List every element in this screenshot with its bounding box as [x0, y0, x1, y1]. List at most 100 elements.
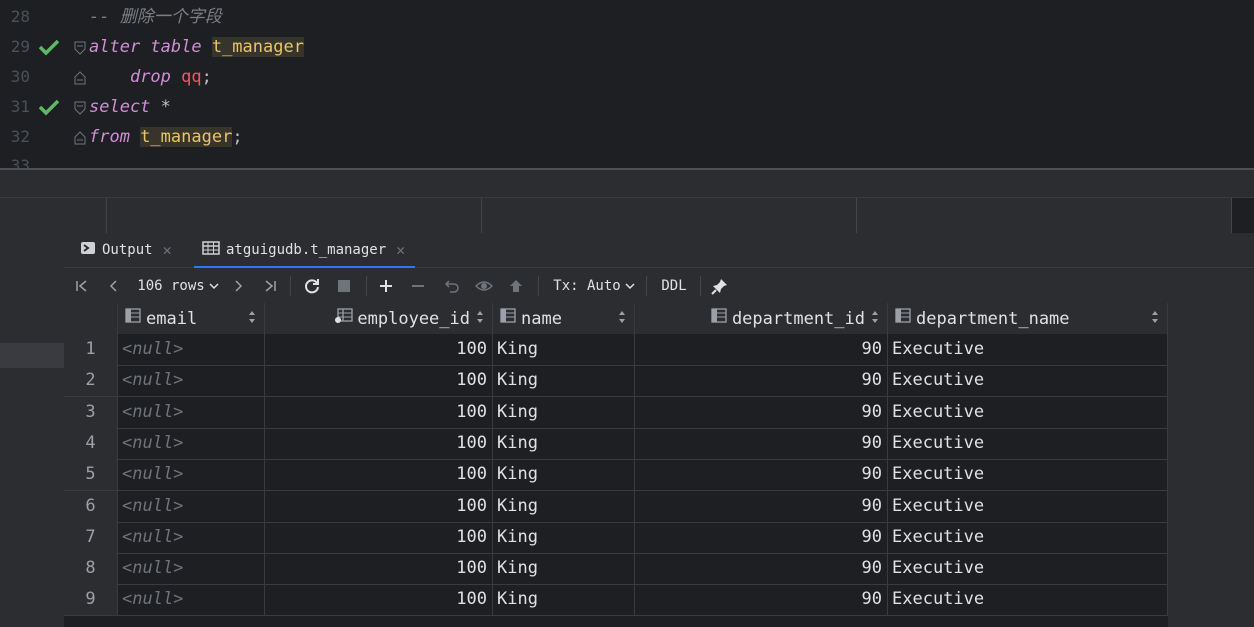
row-number[interactable]: 2: [64, 365, 118, 397]
revert-icon[interactable]: [442, 268, 462, 303]
table-row[interactable]: 8 <null> 100 King 90 Executive: [64, 553, 1168, 586]
last-page-icon[interactable]: [260, 268, 280, 303]
table-row[interactable]: 4 <null> 100 King 90 Executive: [64, 427, 1168, 460]
close-icon[interactable]: ✕: [163, 241, 172, 259]
cell-employee-id[interactable]: 100: [265, 365, 493, 397]
code-text[interactable]: select *: [89, 92, 171, 122]
row-number[interactable]: 7: [64, 521, 118, 553]
cell-department-name[interactable]: Executive: [888, 459, 1168, 491]
code-line[interactable]: 29 alter table t_manager: [0, 32, 1254, 62]
fold-marker-icon[interactable]: [74, 40, 86, 55]
cell-department-name[interactable]: Executive: [888, 427, 1168, 459]
cell-name[interactable]: King: [493, 553, 635, 585]
table-row[interactable]: 6 <null> 100 King 90 Executive: [64, 490, 1168, 523]
cell-email[interactable]: <null>: [118, 365, 265, 397]
cell-name[interactable]: King: [493, 584, 635, 616]
cell-employee-id[interactable]: 100: [265, 553, 493, 585]
cell-name[interactable]: King: [493, 365, 635, 397]
column-header-department-name[interactable]: department_name: [888, 303, 1168, 334]
column-header-employee-id[interactable]: employee_id: [265, 303, 493, 334]
column-header-department-id[interactable]: department_id: [635, 303, 888, 334]
code-text[interactable]: from t_manager;: [89, 122, 243, 152]
cell-department-name[interactable]: Executive: [888, 584, 1168, 616]
cell-email[interactable]: <null>: [118, 584, 265, 616]
row-number[interactable]: 1: [64, 334, 118, 365]
fold-marker-icon[interactable]: [74, 70, 86, 85]
cell-name[interactable]: King: [493, 459, 635, 491]
grid-corner[interactable]: [64, 303, 118, 334]
code-text[interactable]: -- 删除一个字段: [89, 2, 222, 32]
code-line[interactable]: 32 from t_manager;: [0, 122, 1254, 152]
cell-employee-id[interactable]: 100: [265, 334, 493, 365]
close-icon[interactable]: ✕: [396, 241, 405, 259]
cell-employee-id[interactable]: 100: [265, 521, 493, 553]
table-row[interactable]: 5 <null> 100 King 90 Executive: [64, 459, 1168, 492]
cell-department-id[interactable]: 90: [635, 396, 888, 428]
cell-department-id[interactable]: 90: [635, 427, 888, 459]
cell-email[interactable]: <null>: [118, 490, 265, 522]
cell-email[interactable]: <null>: [118, 553, 265, 585]
row-number[interactable]: 4: [64, 427, 118, 459]
cell-department-id[interactable]: 90: [635, 334, 888, 365]
cell-employee-id[interactable]: 100: [265, 490, 493, 522]
cell-email[interactable]: <null>: [118, 427, 265, 459]
cell-department-name[interactable]: Executive: [888, 334, 1168, 365]
sort-icon[interactable]: [1151, 310, 1159, 325]
cell-employee-id[interactable]: 100: [265, 459, 493, 491]
submit-icon[interactable]: [506, 268, 526, 303]
delete-row-icon[interactable]: [408, 268, 428, 303]
cell-department-name[interactable]: Executive: [888, 365, 1168, 397]
sort-icon[interactable]: [871, 310, 879, 325]
cell-email[interactable]: <null>: [118, 521, 265, 553]
cell-department-name[interactable]: Executive: [888, 521, 1168, 553]
cell-name[interactable]: King: [493, 490, 635, 522]
fold-marker-icon[interactable]: [74, 100, 86, 115]
cell-name[interactable]: King: [493, 521, 635, 553]
pin-icon[interactable]: [710, 268, 730, 303]
selected-tree-row[interactable]: [0, 343, 64, 368]
row-number[interactable]: 6: [64, 490, 118, 522]
cell-department-id[interactable]: 90: [635, 521, 888, 553]
result-grid[interactable]: email employee_id name department_id departm…: [64, 303, 1168, 627]
refresh-icon[interactable]: [302, 268, 322, 303]
table-row[interactable]: 2 <null> 100 King 90 Executive: [64, 365, 1168, 398]
cell-name[interactable]: King: [493, 427, 635, 459]
ddl-button[interactable]: DDL: [656, 268, 692, 303]
cell-email[interactable]: <null>: [118, 459, 265, 491]
fold-marker-icon[interactable]: [74, 130, 86, 145]
preview-changes-icon[interactable]: [474, 268, 494, 303]
cell-employee-id[interactable]: 100: [265, 427, 493, 459]
cell-name[interactable]: King: [493, 396, 635, 428]
cell-department-id[interactable]: 90: [635, 553, 888, 585]
cell-email[interactable]: <null>: [118, 334, 265, 365]
cell-name[interactable]: King: [493, 334, 635, 365]
rows-count-dropdown[interactable]: 106 rows: [136, 268, 220, 303]
sql-editor[interactable]: 28 -- 删除一个字段 29 alter table t_manager 30 dro…: [0, 0, 1254, 168]
code-text[interactable]: alter table t_manager: [89, 32, 304, 62]
tab-t-manager[interactable]: atguigudb.t_manager ✕: [193, 233, 416, 268]
cell-department-name[interactable]: Executive: [888, 396, 1168, 428]
row-number[interactable]: 3: [64, 396, 118, 428]
table-row[interactable]: 9 <null> 100 King 90 Executive: [64, 584, 1168, 617]
previous-page-icon[interactable]: [104, 268, 124, 303]
cell-department-id[interactable]: 90: [635, 490, 888, 522]
cell-employee-id[interactable]: 100: [265, 396, 493, 428]
cell-email[interactable]: <null>: [118, 396, 265, 428]
row-number[interactable]: 8: [64, 553, 118, 585]
sort-icon[interactable]: [476, 310, 484, 325]
column-header-email[interactable]: email: [118, 303, 265, 334]
table-row[interactable]: 1 <null> 100 King 90 Executive: [64, 334, 1168, 366]
tab-output[interactable]: Output ✕: [80, 233, 172, 267]
cell-department-id[interactable]: 90: [635, 584, 888, 616]
add-row-icon[interactable]: [376, 268, 396, 303]
cell-department-id[interactable]: 90: [635, 459, 888, 491]
table-row[interactable]: 7 <null> 100 King 90 Executive: [64, 521, 1168, 554]
first-page-icon[interactable]: [72, 268, 92, 303]
cell-employee-id[interactable]: 100: [265, 584, 493, 616]
table-row[interactable]: 3 <null> 100 King 90 Executive: [64, 396, 1168, 429]
cell-department-name[interactable]: Executive: [888, 490, 1168, 522]
stop-icon[interactable]: [334, 268, 354, 303]
code-line[interactable]: 31 select *: [0, 92, 1254, 122]
cell-department-name[interactable]: Executive: [888, 553, 1168, 585]
code-line[interactable]: 30 drop qq;: [0, 62, 1254, 92]
